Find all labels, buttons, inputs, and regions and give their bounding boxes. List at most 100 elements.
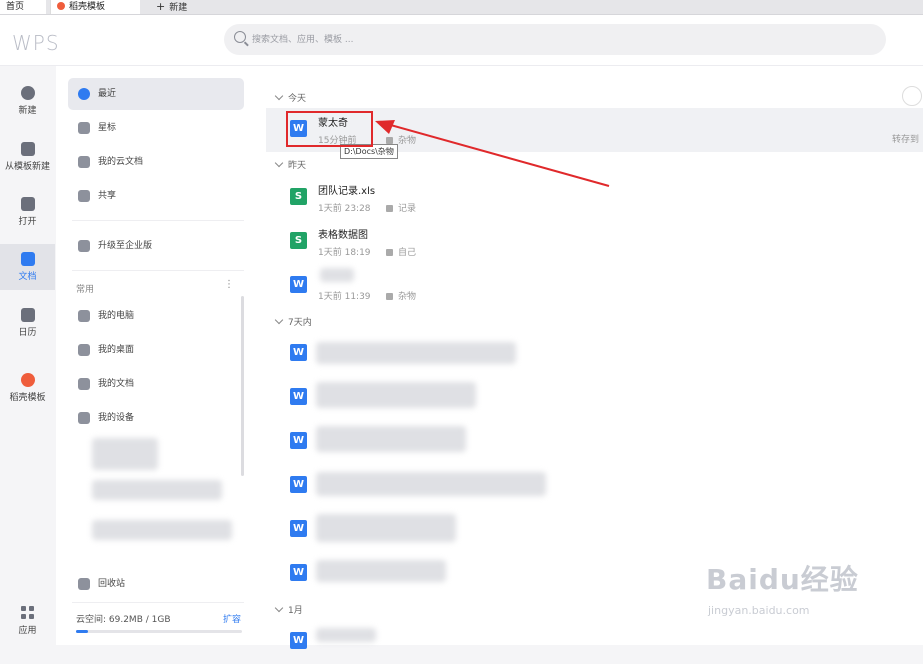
group-seven-days[interactable]: 7天内 — [274, 315, 312, 328]
rail-calendar[interactable]: 日历 — [0, 308, 55, 338]
sidebar-item-cloud-docs[interactable]: 我的云文档 — [68, 146, 244, 178]
sidebar-item-label: 我的桌面 — [98, 345, 135, 355]
file-row[interactable]: W — [266, 464, 923, 508]
blurred-folder — [92, 520, 232, 540]
wps-logo: WPS — [12, 31, 60, 55]
sidebar-item-starred[interactable]: 星标 — [68, 112, 244, 144]
rail-new[interactable]: 新建 — [0, 86, 55, 116]
common-section-label: 常用 — [76, 285, 95, 295]
blurred-file-info — [316, 472, 546, 496]
divider — [72, 220, 244, 221]
sidebar-item-label: 我的设备 — [98, 413, 135, 423]
sidebar-item-my-documents[interactable]: 我的文档 — [68, 368, 244, 400]
blurred-file-info — [316, 382, 476, 408]
folder-icon — [20, 197, 35, 211]
word-doc-icon: W — [290, 388, 307, 405]
left-rail: 新建 从模板新建 打开 文档 日历 稻壳模板 应用 — [0, 66, 55, 645]
sidebar-item-upgrade[interactable]: 升级至企业版 — [68, 230, 244, 262]
sidebar-item-label: 共享 — [98, 191, 117, 201]
search-input[interactable] — [252, 32, 752, 48]
chevron-down-icon — [274, 315, 284, 325]
rail-docs[interactable]: 文档 — [0, 244, 55, 290]
building-icon — [78, 240, 90, 252]
file-name: 团队记录.xls — [318, 186, 376, 197]
sidebar-item-label: 我的云文档 — [98, 157, 144, 167]
chevron-down-icon — [274, 158, 284, 168]
tab-home-label: 首页 — [6, 2, 25, 12]
folder-icon — [78, 378, 90, 390]
word-doc-icon: W — [290, 632, 307, 649]
file-time: 1天前 23:28 — [318, 204, 371, 214]
sidebar-item-my-devices[interactable]: 我的设备 — [68, 402, 244, 434]
file-time: 1天前 11:39 — [318, 292, 371, 302]
sidebar: 最近 星标 我的云文档 共享 升级至企业版 常用 ⋮ 我的电脑 我的桌面 我的文… — [56, 66, 254, 645]
tab-docer[interactable]: 稻壳模板 — [50, 0, 140, 14]
blurred-file-info — [316, 560, 446, 582]
rail-docer-label: 稻壳模板 — [9, 393, 46, 403]
storage-text: 云空间: 69.2MB / 1GB — [76, 615, 171, 625]
new-tab-button[interactable]: + 新建 — [150, 0, 210, 14]
rail-docs-label: 文档 — [18, 272, 37, 282]
file-row[interactable]: W — [266, 508, 923, 552]
file-row[interactable]: S 表格数据图 1天前 18:19 自己 — [266, 220, 923, 264]
file-name: 表格数据图 — [318, 230, 368, 241]
tab-home[interactable]: 首页 — [0, 0, 46, 14]
word-doc-icon: W — [290, 432, 307, 449]
rail-apps[interactable]: 应用 — [0, 606, 55, 636]
group-label-text: 1月 — [288, 606, 303, 616]
blurred-file-info — [316, 628, 376, 642]
watermark-url-text: jingyan.baidu.com — [708, 604, 810, 617]
blurred-file-info — [316, 342, 516, 364]
sidebar-item-label: 最近 — [98, 89, 117, 99]
file-row[interactable]: W — [266, 420, 923, 464]
chevron-down-icon — [274, 91, 284, 101]
refresh-button[interactable] — [902, 86, 922, 106]
sidebar-item-recent[interactable]: 最近 — [68, 78, 244, 110]
plus-icon: + — [156, 0, 166, 13]
blurred-file-name — [320, 268, 354, 282]
baidu-watermark: Baidu经验 jingyan.baidu.com — [706, 552, 906, 632]
word-doc-icon: W — [290, 476, 307, 493]
sidebar-item-label: 回收站 — [98, 579, 126, 589]
search-bar[interactable] — [224, 24, 886, 55]
annotation-arrow — [375, 120, 610, 187]
divider — [72, 270, 244, 271]
docer-logo-icon — [57, 2, 65, 10]
rail-open[interactable]: 打开 — [0, 197, 55, 227]
divider — [72, 602, 244, 603]
plus-circle-icon — [20, 86, 35, 100]
group-yesterday[interactable]: 昨天 — [274, 158, 306, 171]
transfer-to-button[interactable]: 转存到 — [892, 132, 919, 145]
file-location: 自己 — [386, 245, 416, 258]
file-row[interactable]: W 1天前 11:39 杂物 — [266, 264, 923, 308]
folder-icon — [386, 205, 393, 212]
word-doc-icon: W — [290, 564, 307, 581]
sidebar-scrollbar[interactable] — [241, 296, 244, 476]
group-label-text: 今天 — [288, 94, 307, 104]
more-icon[interactable]: ⋮ — [224, 279, 234, 290]
sidebar-item-my-computer[interactable]: 我的电脑 — [68, 300, 244, 332]
word-doc-icon: W — [290, 344, 307, 361]
rail-docer[interactable]: 稻壳模板 — [0, 373, 55, 403]
file-location: 记录 — [386, 201, 416, 214]
document-icon — [20, 252, 35, 266]
folder-icon — [386, 293, 393, 300]
storage-progress-bar — [76, 630, 242, 633]
expand-storage-link[interactable]: 扩容 — [223, 612, 241, 625]
rail-apps-label: 应用 — [18, 626, 37, 636]
trash-icon — [78, 578, 90, 590]
group-today[interactable]: 今天 — [274, 91, 307, 104]
sidebar-item-label: 星标 — [98, 123, 117, 133]
rail-from-template[interactable]: 从模板新建 — [0, 142, 55, 172]
storage-progress-fill — [76, 630, 88, 633]
sidebar-item-my-desktop[interactable]: 我的桌面 — [68, 334, 244, 366]
file-row[interactable]: W — [266, 376, 923, 420]
sidebar-item-recycle-bin[interactable]: 回收站 — [68, 568, 244, 600]
group-one-month[interactable]: 1月 — [274, 603, 303, 616]
file-row[interactable]: W — [266, 332, 923, 376]
tab-docer-label: 稻壳模板 — [69, 2, 106, 12]
sidebar-item-shared[interactable]: 共享 — [68, 180, 244, 212]
blurred-folder — [92, 480, 222, 500]
spreadsheet-icon: S — [290, 232, 307, 249]
header: WPS — [0, 15, 923, 66]
